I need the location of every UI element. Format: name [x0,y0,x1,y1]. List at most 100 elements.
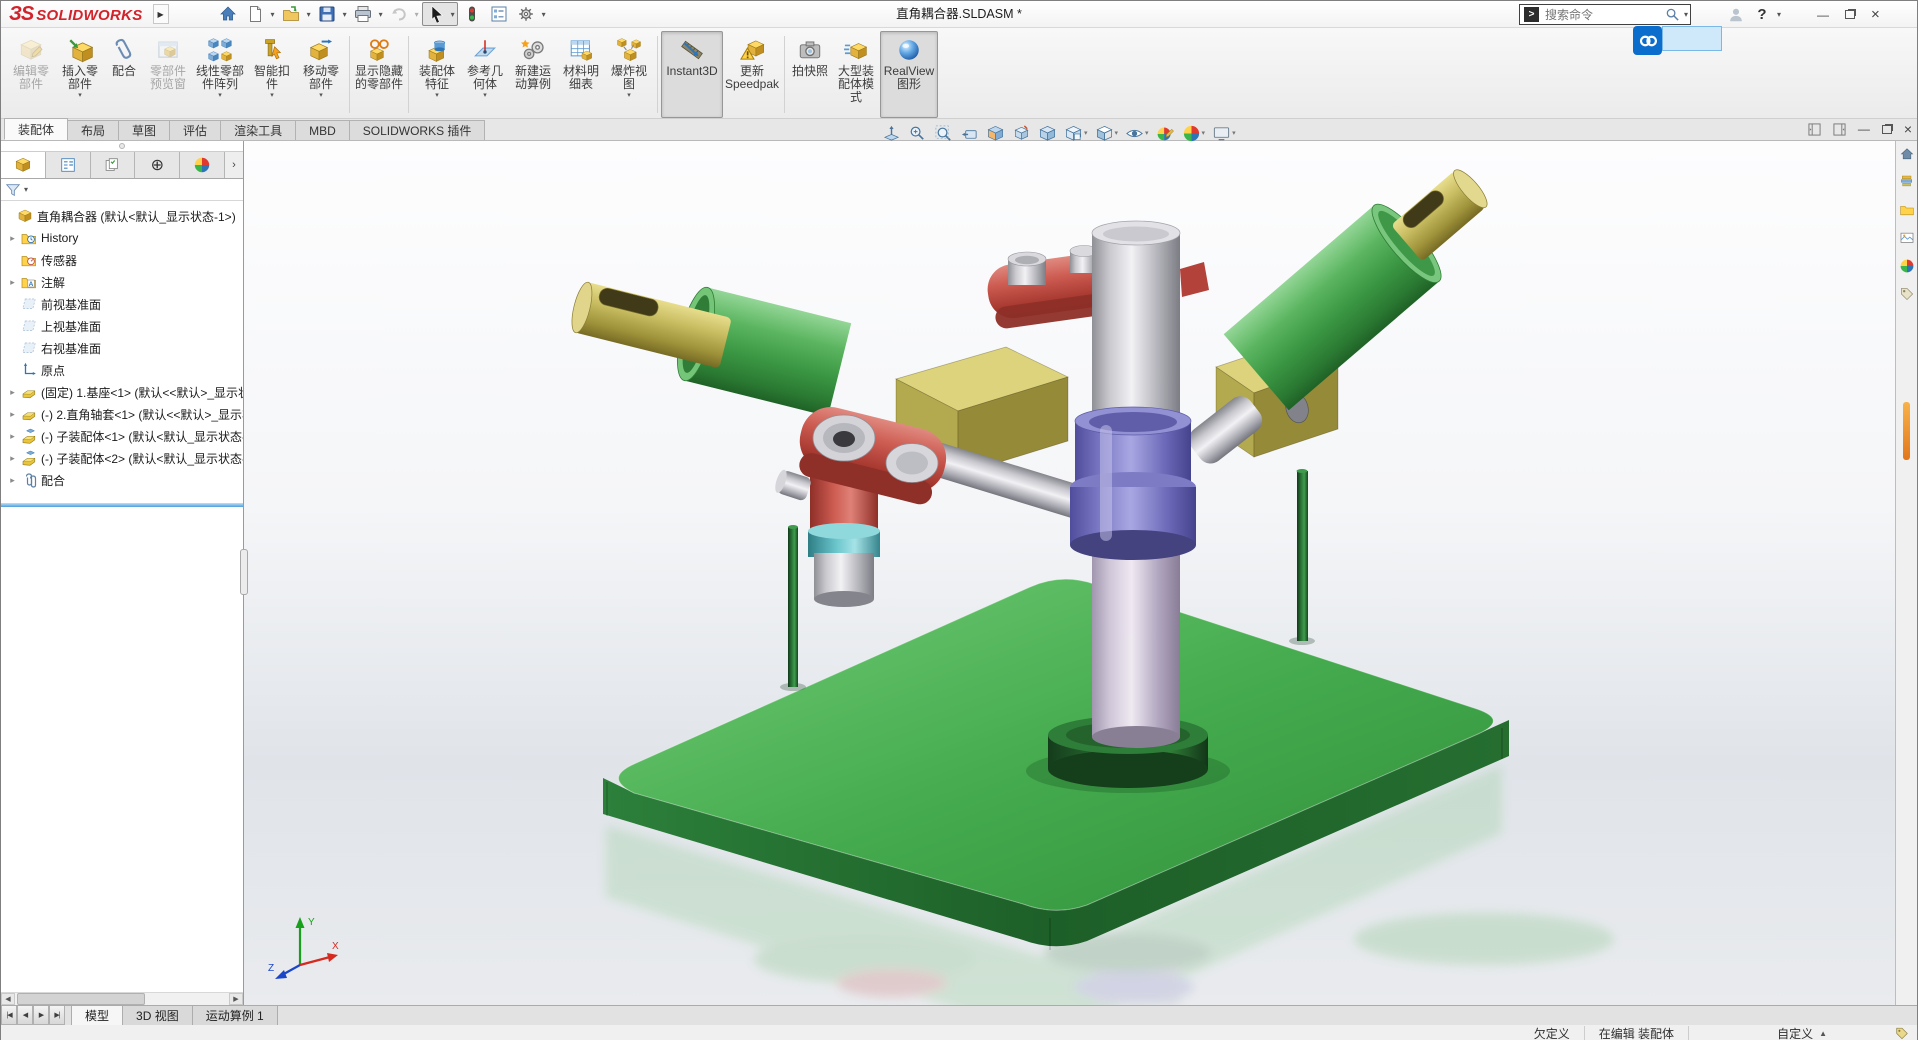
panel-chevron-icon[interactable]: › [225,152,243,178]
insert-component-button[interactable]: 插入零部件 ▾ [56,31,104,118]
graphics-viewport[interactable]: Y X Z [244,141,1895,1005]
show-hidden-components-button[interactable]: 显示隐藏的零部件 [353,31,405,118]
move-component-button[interactable]: 移动零部件 ▾ [296,31,346,118]
custom-menu-arrow[interactable]: ▲ [1819,1029,1827,1038]
custom-properties-icon[interactable] [1899,286,1915,307]
tab-assembly[interactable]: 装配体 [4,118,69,140]
task-pane-scroll-marker[interactable] [1903,402,1910,460]
green-cylinder-right[interactable] [1223,146,1509,411]
selection-filter-icon[interactable] [459,3,485,25]
expand-arrow-icon[interactable]: ▸ [6,475,19,486]
select-dropdown[interactable]: ▾ [449,10,457,19]
minimize-button[interactable]: — [1817,8,1829,22]
main-shaft-upper[interactable] [1091,220,1181,427]
tree-root[interactable]: 直角耦合器 (默认<默认_显示状态-1>) [1,205,243,227]
tab-property-manager[interactable] [45,152,91,178]
open-icon[interactable] [278,3,304,25]
zoom-to-area-icon[interactable] [907,123,928,144]
update-speedpak-button[interactable]: 更新Speedpak [723,31,781,118]
tree-split-bar[interactable] [1,503,243,507]
tab-sketch[interactable]: 草图 [118,120,171,140]
expand-arrow-icon[interactable]: ▸ [6,277,19,288]
tree-item-front-plane[interactable]: 前视基准面 [1,293,243,315]
assembly-3d-model[interactable] [244,141,1895,1005]
tab-feature-tree[interactable] [1,152,46,178]
panel-resize-grip[interactable] [240,549,248,595]
large-assembly-mode-button[interactable]: 大型装配体模式 [832,31,880,118]
tab-evaluate[interactable]: 评估 [169,120,222,140]
purple-coupler[interactable] [1070,406,1196,560]
expand-arrow-icon[interactable]: ▸ [6,453,19,464]
tab-dimxpert-manager[interactable]: ⊕ [135,152,181,178]
doc-close-icon[interactable]: × [1904,121,1912,137]
zoom-to-fit-icon[interactable] [881,123,902,144]
tab-configuration-manager[interactable] [90,152,136,178]
pane-left-icon[interactable] [1808,122,1821,136]
task-list-icon[interactable] [486,3,512,25]
menu-flyout-button[interactable]: ▶ [152,4,169,24]
print-dropdown[interactable]: ▾ [377,10,385,19]
tab-scroll-prev-icon[interactable]: ◀ [17,1006,33,1025]
help-button[interactable]: ? [1749,3,1775,27]
expand-arrow-icon[interactable]: ▸ [6,431,19,442]
expand-arrow-icon[interactable]: ▸ [6,233,19,244]
tree-item-top-plane[interactable]: 上视基准面 [1,315,243,337]
home-icon[interactable] [215,3,241,25]
select-tool[interactable]: ▾ [421,2,458,26]
undo-dropdown[interactable]: ▾ [413,10,421,19]
tab-scroll-next-icon[interactable]: ▶ [33,1006,49,1025]
bill-of-materials-button[interactable]: 材料明细表 [558,31,604,118]
tab-scroll-last-icon[interactable]: ▶| [49,1006,65,1025]
realview-graphics-button[interactable]: RealView图形 [880,31,938,118]
tab-3d-views[interactable]: 3D 视图 [123,1006,193,1025]
expand-arrow-icon[interactable]: ▸ [6,409,19,420]
panel-splitter-handle[interactable] [1,141,243,152]
reference-geometry-button[interactable]: 参考几何体 ▾ [462,31,508,118]
options-dropdown[interactable]: ▾ [540,10,548,19]
mate-button[interactable]: 配合 [104,31,144,118]
search-icon[interactable] [1665,7,1680,22]
doc-restore-icon[interactable] [1881,124,1892,134]
hide-show-items-icon[interactable]: ▾ [1124,123,1150,144]
close-button[interactable]: × [1871,6,1880,23]
tab-display-manager[interactable] [180,152,225,178]
tree-item-right-plane[interactable]: 右视基准面 [1,337,243,359]
display-style-icon[interactable]: ▾ [1094,123,1120,144]
tree-item-origin[interactable]: 原点 [1,359,243,381]
tree-item-base-part[interactable]: ▸ (固定) 1.基座<1> (默认<<默认>_显示状态-1>) [1,381,243,403]
options-gear-icon[interactable] [513,3,539,25]
new-document-icon[interactable] [242,3,268,25]
design-library-icon[interactable] [1899,174,1915,195]
exploded-view-button[interactable]: 爆炸视图 ▾ [604,31,654,118]
doc-minimize-icon[interactable]: — [1858,122,1870,136]
scroll-left-icon[interactable]: ◀ [1,993,15,1005]
custom-status-menu[interactable]: 自定义 ▲ [1763,1026,1841,1040]
tree-item-subassembly-1[interactable]: ▸ (-) 子装配体<1> (默认<默认_显示状态-1>) [1,425,243,447]
tab-render-tools[interactable]: 渲染工具 [220,120,297,140]
help-dropdown[interactable]: ▾ [1775,10,1783,19]
tab-model[interactable]: 模型 [71,1006,124,1025]
command-search[interactable]: > ▾ [1519,4,1691,25]
instant3d-button[interactable]: Instant3D [661,31,723,118]
red-link-mid[interactable] [773,401,953,607]
open-dropdown[interactable]: ▾ [305,10,313,19]
panel-horizontal-scrollbar[interactable]: ◀ ▶ [1,992,243,1005]
new-document-dropdown[interactable]: ▾ [269,10,277,19]
search-scope-dropdown[interactable]: ▾ [1682,10,1690,19]
view-orientation-dropdown[interactable]: ▾ [1063,123,1089,144]
apply-scene-icon[interactable]: ▾ [1181,123,1207,144]
tree-item-history[interactable]: ▸ History [1,227,243,249]
save-icon[interactable] [314,3,340,25]
restore-button[interactable] [1845,10,1855,19]
tab-layout[interactable]: 布局 [67,120,120,140]
support-pin-right[interactable] [1296,469,1309,641]
assembly-features-button[interactable]: 装配体特征 ▾ [412,31,462,118]
tab-mbd[interactable]: MBD [295,120,350,140]
expand-arrow-icon[interactable]: ▸ [6,387,19,398]
main-shaft-lower[interactable] [1092,535,1180,748]
filter-funnel-icon[interactable] [5,182,21,198]
new-motion-study-button[interactable]: 新建运动算例 [508,31,558,118]
take-snapshot-button[interactable]: 拍快照 [788,31,832,118]
view-palette-icon[interactable] [1899,230,1915,251]
filter-dropdown[interactable]: ▾ [22,185,30,194]
